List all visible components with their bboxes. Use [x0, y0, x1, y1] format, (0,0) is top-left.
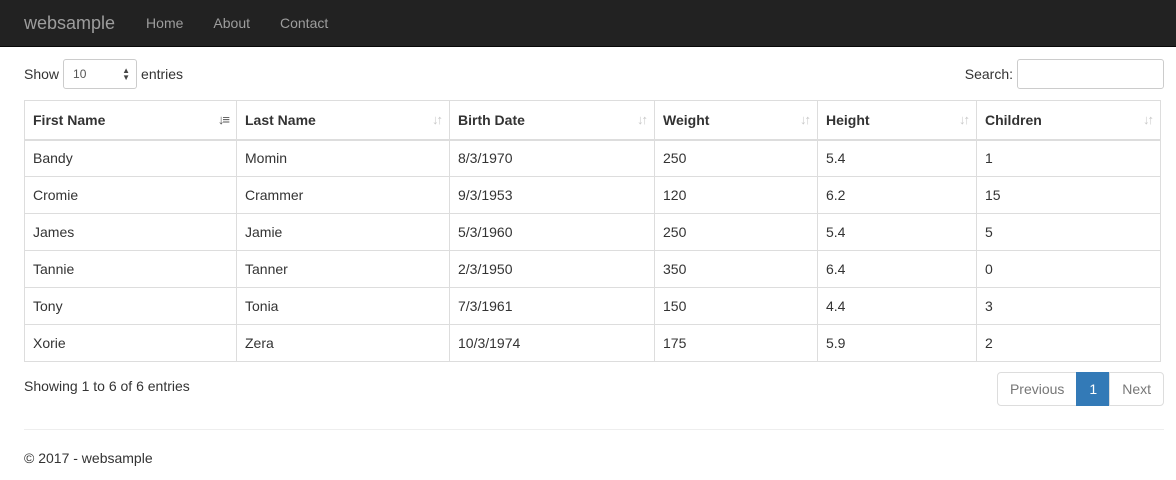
table-cell: 3 — [976, 287, 1161, 325]
entries-per-page-select[interactable]: 10 ▲ ▼ — [63, 59, 138, 89]
select-arrows-icon: ▲ ▼ — [122, 66, 131, 82]
table-row: Cromie Crammer 9/3/1953 120 6.2 15 — [24, 176, 1161, 214]
table-cell: Tannie — [24, 250, 237, 288]
table-controls-bottom: Showing 1 to 6 of 6 entries Previous 1 N… — [24, 362, 1164, 412]
table-cell: 10/3/1974 — [449, 324, 655, 362]
table-cell: 4.4 — [817, 287, 977, 325]
table-cell: Zera — [236, 324, 450, 362]
table-cell: Xorie — [24, 324, 237, 362]
length-label-before: Show — [24, 66, 60, 82]
table-cell: 5.4 — [817, 139, 977, 177]
table-cell: Jamie — [236, 213, 450, 251]
sort-both-icon: ↓↑ — [959, 112, 970, 127]
table-row: Xorie Zera 10/3/1974 175 5.9 2 — [24, 324, 1161, 362]
table-cell: 0 — [976, 250, 1161, 288]
search-label: Search: — [964, 66, 1013, 82]
table-cell: 5 — [976, 213, 1161, 251]
table-row: Tony Tonia 7/3/1961 150 4.4 3 — [24, 287, 1161, 325]
table-cell: 7/3/1961 — [449, 287, 655, 325]
nav-link-about[interactable]: About — [198, 0, 265, 47]
navbar: websample Home About Contact — [0, 0, 1176, 47]
table-cell: 350 — [654, 250, 818, 288]
table-cell: 6.4 — [817, 250, 977, 288]
table-cell: 15 — [976, 176, 1161, 214]
search-control: Search: — [965, 59, 1164, 89]
length-label-after: entries — [141, 66, 184, 82]
sort-both-icon: ↓↑ — [637, 112, 648, 127]
footer-text: © 2017 - websample — [24, 450, 153, 466]
table-cell: Tony — [24, 287, 237, 325]
pagination: Previous 1 Next — [996, 372, 1164, 406]
column-header-label: Birth Date — [458, 111, 525, 128]
column-header-label: Children — [985, 111, 1042, 128]
table-cell: 250 — [654, 213, 818, 251]
sort-both-icon: ↓↑ — [800, 112, 811, 127]
table-cell: 5/3/1960 — [449, 213, 655, 251]
column-header-weight[interactable]: Weight ↓↑ — [654, 100, 818, 141]
nav-link-home[interactable]: Home — [131, 0, 198, 47]
column-header-height[interactable]: Height ↓↑ — [817, 100, 977, 141]
table-cell: 1 — [976, 139, 1161, 177]
search-input[interactable] — [1017, 59, 1164, 89]
column-header-label: Weight — [663, 111, 710, 128]
table-cell: 5.4 — [817, 213, 977, 251]
main-container: Show 10 ▲ ▼ entries Search: First Name ↓≡ L… — [0, 47, 1176, 466]
table-cell: Crammer — [236, 176, 450, 214]
column-header-first-name[interactable]: First Name ↓≡ — [24, 100, 237, 141]
footer-divider — [24, 429, 1164, 430]
column-header-last-name[interactable]: Last Name ↓↑ — [236, 100, 450, 141]
table-cell: 2 — [976, 324, 1161, 362]
sort-ascending-icon: ↓≡ — [217, 112, 230, 127]
table-cell: Cromie — [24, 176, 237, 214]
table-row: James Jamie 5/3/1960 250 5.4 5 — [24, 213, 1161, 251]
table-cell: 150 — [654, 287, 818, 325]
sort-both-icon: ↓↑ — [1143, 112, 1154, 127]
table-cell: 2/3/1950 — [449, 250, 655, 288]
table-row: Bandy Momin 8/3/1970 250 5.4 1 — [24, 139, 1161, 177]
table-cell: 120 — [654, 176, 818, 214]
table-controls-top: Show 10 ▲ ▼ entries Search: — [24, 47, 1164, 100]
table-cell: Tanner — [236, 250, 450, 288]
table-cell: 5.9 — [817, 324, 977, 362]
data-table: First Name ↓≡ Last Name ↓↑ Birth Date ↓↑ Weigh… — [24, 100, 1161, 362]
table-header-row: First Name ↓≡ Last Name ↓↑ Birth Date ↓↑ Weigh… — [24, 100, 1161, 141]
length-control: Show 10 ▲ ▼ entries — [24, 59, 183, 89]
table-cell: James — [24, 213, 237, 251]
table-cell: 250 — [654, 139, 818, 177]
previous-page-button[interactable]: Previous — [996, 372, 1078, 406]
page-1-button[interactable]: 1 — [1076, 372, 1111, 406]
column-header-birth-date[interactable]: Birth Date ↓↑ — [449, 100, 655, 141]
table-cell: 175 — [654, 324, 818, 362]
brand-link[interactable]: websample — [24, 0, 115, 47]
column-header-label: Height — [826, 111, 870, 128]
table-body: Bandy Momin 8/3/1970 250 5.4 1 Cromie Crammer 9/… — [24, 139, 1161, 362]
column-header-children[interactable]: Children ↓↑ — [976, 100, 1161, 141]
table-cell: 6.2 — [817, 176, 977, 214]
table-info: Showing 1 to 6 of 6 entries — [24, 378, 190, 394]
table-cell: Bandy — [24, 139, 237, 177]
next-page-button[interactable]: Next — [1109, 372, 1164, 406]
sort-both-icon: ↓↑ — [432, 112, 443, 127]
table-cell: Momin — [236, 139, 450, 177]
column-header-label: First Name — [33, 111, 106, 128]
nav-link-contact[interactable]: Contact — [265, 0, 343, 47]
table-row: Tannie Tanner 2/3/1950 350 6.4 0 — [24, 250, 1161, 288]
table-cell: Tonia — [236, 287, 450, 325]
column-header-label: Last Name — [245, 111, 316, 128]
table-cell: 9/3/1953 — [449, 176, 655, 214]
table-cell: 8/3/1970 — [449, 139, 655, 177]
entries-per-page-value: 10 — [73, 67, 87, 81]
